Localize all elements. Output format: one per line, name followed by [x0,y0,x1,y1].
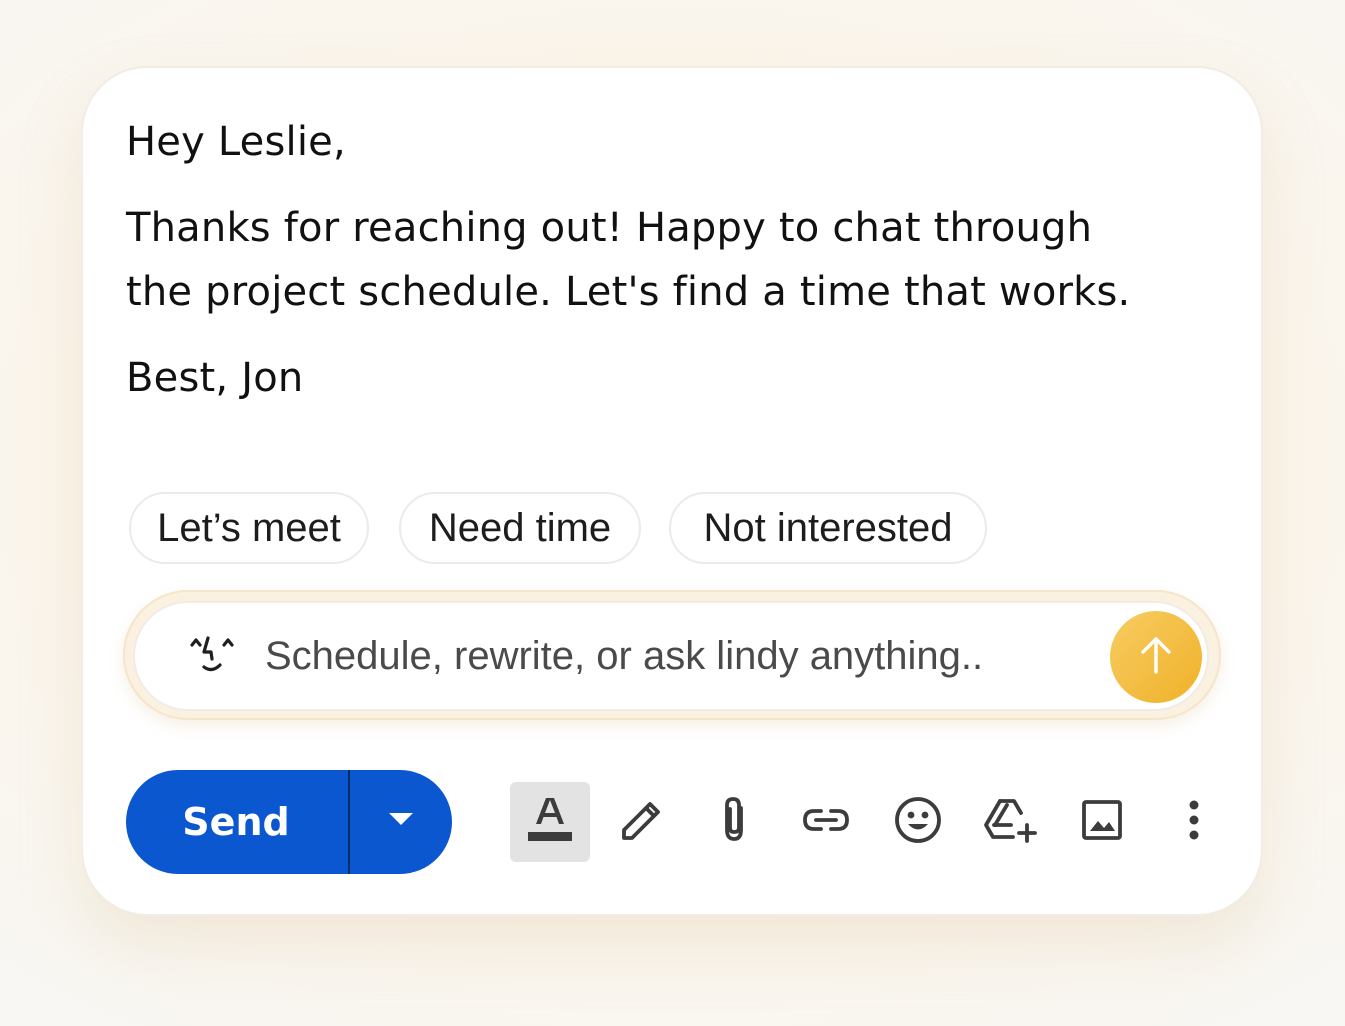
arrow-up-icon [1139,635,1173,680]
suggestion-chip-need-time[interactable]: Need time [399,492,641,564]
insert-link-button[interactable] [786,782,866,862]
text-format-icon [526,794,574,851]
send-button-group: Send [126,770,452,874]
text-format-button[interactable] [510,782,590,862]
compose-card: Hey Leslie, Thanks for reaching out! Hap… [81,66,1263,916]
assistant-bar [133,601,1209,711]
send-options-button[interactable] [350,770,452,874]
suggestion-chip-lets-meet[interactable]: Let’s meet [129,492,369,564]
link-icon [801,806,851,839]
email-body-line: the project schedule. Let's find a time … [126,269,1131,315]
insert-emoji-button[interactable] [878,782,958,862]
email-greeting: Hey Leslie, [126,119,346,165]
more-options-button[interactable] [1154,782,1234,862]
send-button[interactable]: Send [126,770,348,874]
attach-file-button[interactable] [694,782,774,862]
email-signoff: Best, Jon [126,355,304,401]
pen-icon [619,797,665,848]
signature-button[interactable] [602,782,682,862]
emoji-icon [893,795,943,850]
more-vert-icon [1188,800,1200,845]
caret-down-icon [389,812,413,832]
suggestion-chip-not-interested[interactable]: Not interested [669,492,987,564]
insert-drive-button[interactable] [970,782,1050,862]
drive-add-icon [983,797,1037,848]
assistant-input[interactable] [265,625,1095,687]
submit-button[interactable] [1110,611,1202,703]
insert-photo-button[interactable] [1062,782,1142,862]
photo-icon [1080,798,1124,847]
lindy-face-icon [189,635,235,677]
paperclip-icon [718,795,750,850]
email-body-line: Thanks for reaching out! Happy to chat t… [126,205,1093,251]
